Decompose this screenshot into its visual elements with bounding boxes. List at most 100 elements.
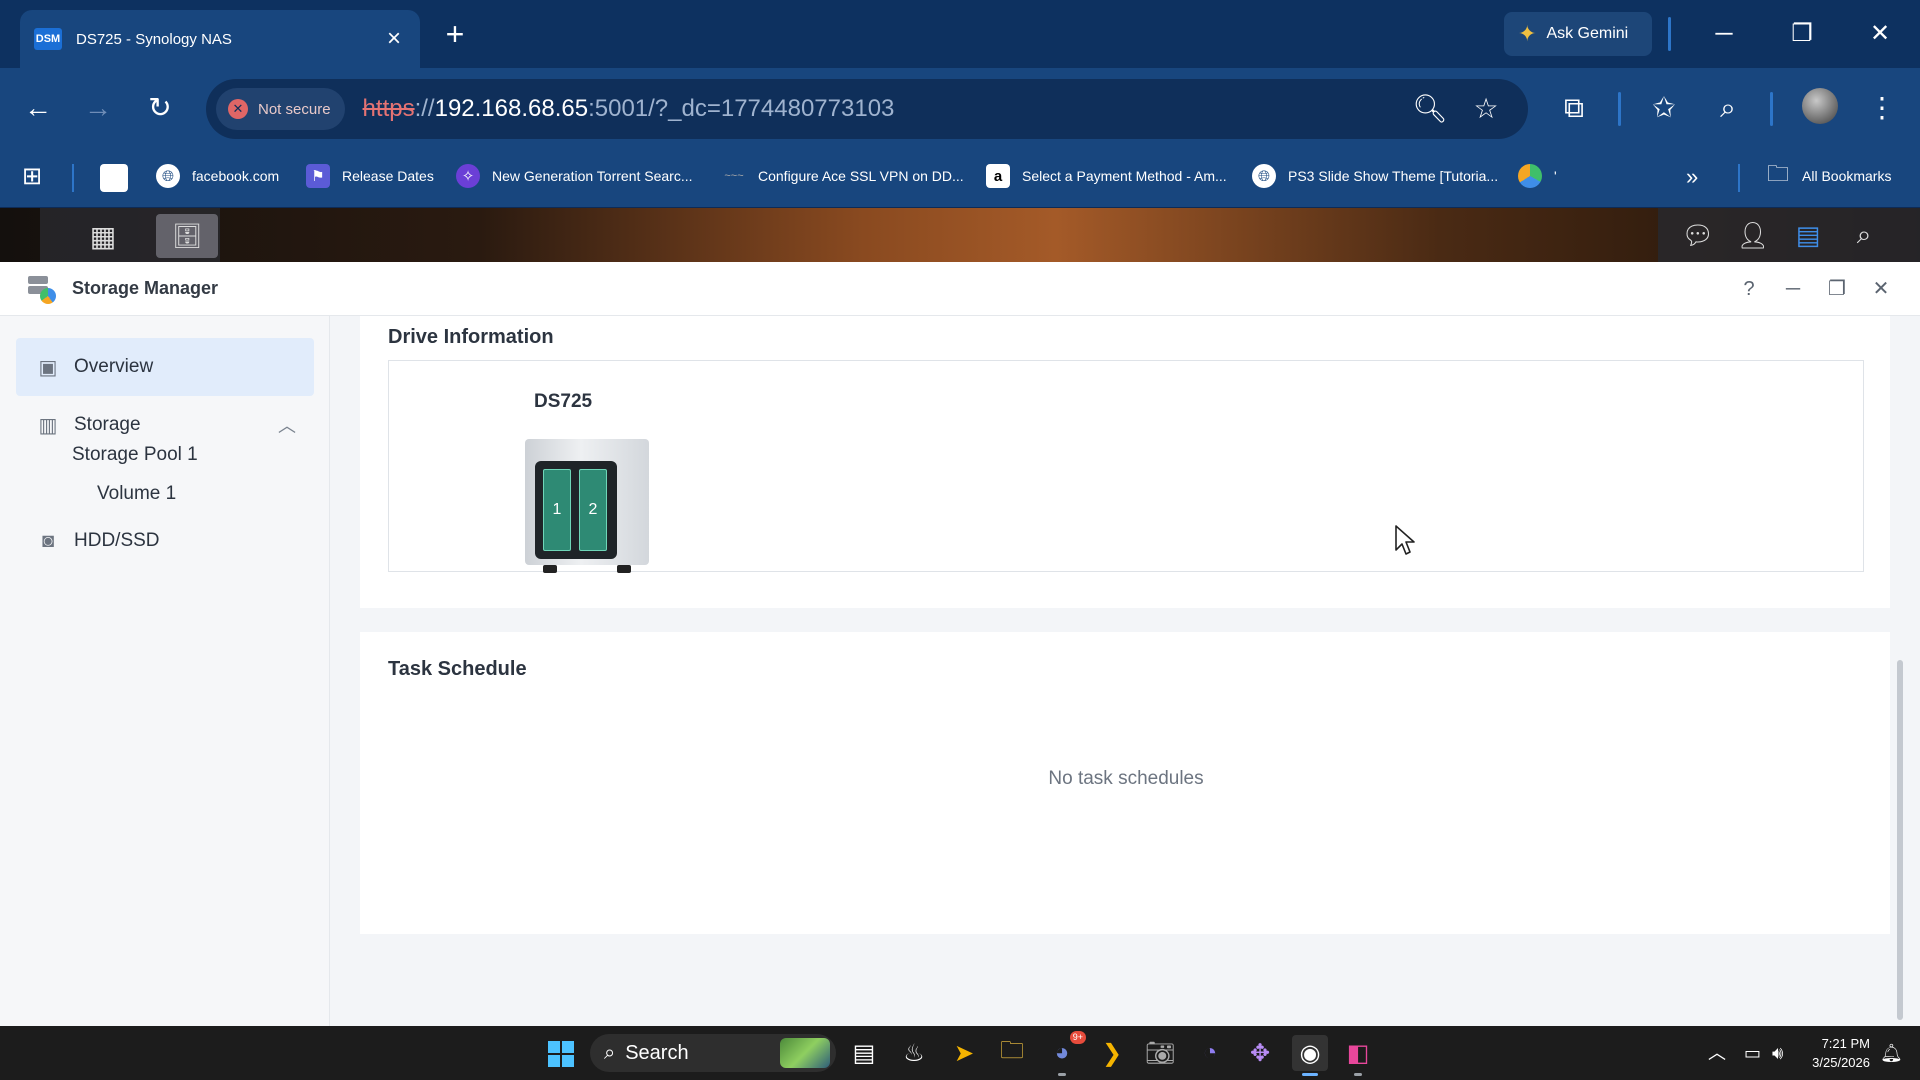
window-titlebar[interactable]: Storage Manager ? ─ ❐ ✕ — [0, 262, 1920, 316]
favorites-icon[interactable]: ✩ — [1642, 86, 1686, 130]
discord-icon[interactable]: ◕ 9+ — [1044, 1031, 1086, 1076]
sidebar-item-storage-pool[interactable]: Storage Pool 1 — [72, 444, 198, 466]
tabstrip-separator — [1668, 17, 1671, 51]
hdd-icon: ◙ — [41, 529, 55, 552]
widgets-icon[interactable]: ▤ — [1788, 216, 1828, 254]
sidebar-item-overview[interactable]: ▣ Overview — [16, 338, 314, 396]
proton-icon[interactable]: ◔ — [1192, 1035, 1228, 1071]
all-bookmarks-folder[interactable]: 🗀 All Bookmarks — [1766, 161, 1891, 188]
bookmark-label: Configure Ace SSL VPN on DD... — [758, 168, 964, 184]
windows-start-icon[interactable] — [548, 1041, 574, 1067]
storage-icon: ▥ — [38, 414, 58, 437]
new-tab-button[interactable]: + — [440, 16, 470, 52]
content-scrollbar[interactable] — [1890, 316, 1920, 1026]
plex-icon[interactable]: ❯ — [1094, 1035, 1130, 1071]
restore-window-button[interactable]: ❐ — [1782, 12, 1822, 56]
sidebar-item-volume[interactable]: Volume 1 — [97, 483, 176, 505]
plex-app-icon[interactable]: ➤ — [946, 1035, 982, 1071]
reload-icon[interactable]: ↻ — [138, 86, 182, 130]
steam-icon[interactable]: ♨ — [896, 1035, 932, 1071]
sidebar-item-label: Overview — [74, 356, 154, 377]
url-separator: :// — [414, 95, 435, 122]
bookmarks-separator — [72, 164, 74, 192]
bookmark-facebook[interactable]: 🌐︎ facebook.com — [156, 164, 279, 188]
storage-manager-app-icon — [26, 274, 56, 304]
main-menu-icon[interactable]: ▦ — [72, 214, 134, 258]
browser-tab-active[interactable]: DSM DS725 - Synology NAS × — [20, 10, 420, 68]
scrollbar-thumb[interactable] — [1897, 660, 1903, 1020]
discord-badge: 9+ — [1069, 1031, 1086, 1044]
close-window-button[interactable]: ✕ — [1860, 12, 1900, 56]
volume-icon[interactable]: 🔊︎ — [1772, 1026, 1783, 1080]
taskbar-clock[interactable]: 7:21 PM 3/25/2026 — [1790, 1034, 1870, 1072]
clock-date: 3/25/2026 — [1812, 1055, 1870, 1070]
file-explorer-icon[interactable]: 🗀 — [994, 1035, 1030, 1071]
network-icon[interactable]: ▭ — [1744, 1026, 1761, 1080]
vpn-icon: ~~~ — [724, 170, 744, 182]
bookmark-star-icon[interactable]: ☆ — [1464, 87, 1508, 131]
bookmark-release-dates[interactable]: ⚑ Release Dates — [306, 164, 434, 188]
notifications-bell-icon[interactable]: 🔔︎ — [1880, 1026, 1903, 1080]
not-secure-chip[interactable]: ✕ Not secure — [216, 88, 345, 130]
minimize-icon[interactable]: ─ — [1778, 274, 1808, 304]
bookmarks-separator-2 — [1738, 164, 1740, 192]
drive-bay-2[interactable]: 2 — [579, 469, 607, 551]
bookmark-label: New Generation Torrent Searc... — [492, 168, 693, 184]
tab-close-icon[interactable]: × — [382, 25, 406, 53]
tray-chevron-up-icon[interactable]: ︿ — [1708, 1026, 1726, 1080]
address-bar[interactable]: ✕ Not secure https://192.168.68.65:5001/… — [206, 79, 1528, 139]
not-secure-label: Not secure — [258, 100, 331, 118]
drive-information-card: Drive Information DS725 1 2 — [360, 316, 1890, 608]
close-icon[interactable]: ✕ — [1866, 274, 1896, 304]
drive-bay-1[interactable]: 1 — [543, 469, 571, 551]
blank-bookmark[interactable] — [100, 164, 128, 192]
game-launcher-icon[interactable]: ✥ — [1242, 1035, 1278, 1071]
url-text[interactable]: https://192.168.68.65:5001/?_dc=17744807… — [363, 95, 895, 123]
remote-desktop-icon[interactable]: ◧ — [1340, 1035, 1376, 1076]
back-arrow-icon[interactable]: ← — [16, 86, 60, 130]
dsm-search-icon[interactable]: ⌕ — [1844, 216, 1884, 254]
drive-information-panel: DS725 1 2 — [388, 360, 1864, 573]
folder-icon: 🗀 — [1766, 161, 1789, 186]
storage-manager-taskbar-icon[interactable]: 🗄︎ — [156, 214, 218, 258]
chat-icon[interactable]: 💬︎ — [1678, 216, 1718, 254]
overview-content: Drive Information DS725 1 2 Task Schedul… — [330, 316, 1890, 1026]
ask-gemini-button[interactable]: ✦ Ask Gemini — [1504, 12, 1652, 56]
globe-icon: 🌐︎ — [1252, 164, 1276, 188]
help-icon[interactable]: ? — [1734, 274, 1764, 304]
apps-grid-icon[interactable]: ⊞ — [20, 163, 44, 190]
bookmark-label: Release Dates — [342, 168, 434, 184]
bookmark-torrent-search[interactable]: ✧ New Generation Torrent Searc... — [456, 164, 693, 188]
extensions-icon[interactable]: ⧉ — [1552, 86, 1596, 130]
nas-device-image[interactable]: 1 2 — [525, 439, 649, 573]
amazon-icon: a — [986, 164, 1010, 188]
more-bookmarks-chevron-icon[interactable]: » — [1686, 164, 1698, 190]
taskbar-search[interactable]: ⌕ Search — [590, 1034, 836, 1072]
search-label: Search — [625, 1041, 689, 1064]
sidebar-item-label: HDD/SSD — [74, 530, 160, 551]
camera-icon[interactable]: 📷︎ — [1142, 1035, 1178, 1071]
chrome-icon[interactable]: ◉ — [1292, 1035, 1328, 1076]
browser-tabstrip: DSM DS725 - Synology NAS × + ✦ Ask Gemin… — [0, 0, 1920, 68]
bookmark-ps3-theme[interactable]: 🌐︎ PS3 Slide Show Theme [Tutoria... — [1252, 164, 1498, 188]
sidebar-item-hdd-ssd[interactable]: ◙ HDD/SSD — [16, 512, 314, 570]
colorful-icon — [1518, 164, 1542, 188]
zoom-icon[interactable]: 🔍︎ — [1408, 87, 1452, 131]
bookmark-colorful[interactable]: ' — [1518, 164, 1557, 188]
chevron-up-icon[interactable]: ︿ — [278, 412, 296, 438]
task-view-icon[interactable]: ▤ — [846, 1035, 882, 1071]
bookmark-ace-ssl-vpn[interactable]: ~~~ Configure Ace SSL VPN on DD... — [722, 164, 964, 188]
forward-arrow-icon[interactable]: → — [76, 86, 120, 130]
tab-search-icon[interactable]: ⌕ — [1706, 86, 1750, 130]
bookmark-amazon-payment[interactable]: a Select a Payment Method - Am... — [986, 164, 1227, 188]
profile-avatar[interactable] — [1802, 88, 1838, 124]
menu-kebab-icon[interactable]: ⋮ — [1860, 86, 1904, 130]
bookmark-label: facebook.com — [192, 168, 280, 184]
minimize-window-button[interactable]: ─ — [1704, 12, 1744, 56]
sidebar-item-label: Storage — [74, 414, 141, 435]
search-icon: ⌕ — [604, 1041, 616, 1064]
dsm-taskbar-left: ▦ 🗄︎ — [40, 208, 220, 262]
gemini-sparkle-icon: ✦ — [1518, 21, 1537, 46]
user-icon[interactable]: 👤︎ — [1733, 216, 1773, 254]
maximize-icon[interactable]: ❐ — [1822, 274, 1852, 304]
